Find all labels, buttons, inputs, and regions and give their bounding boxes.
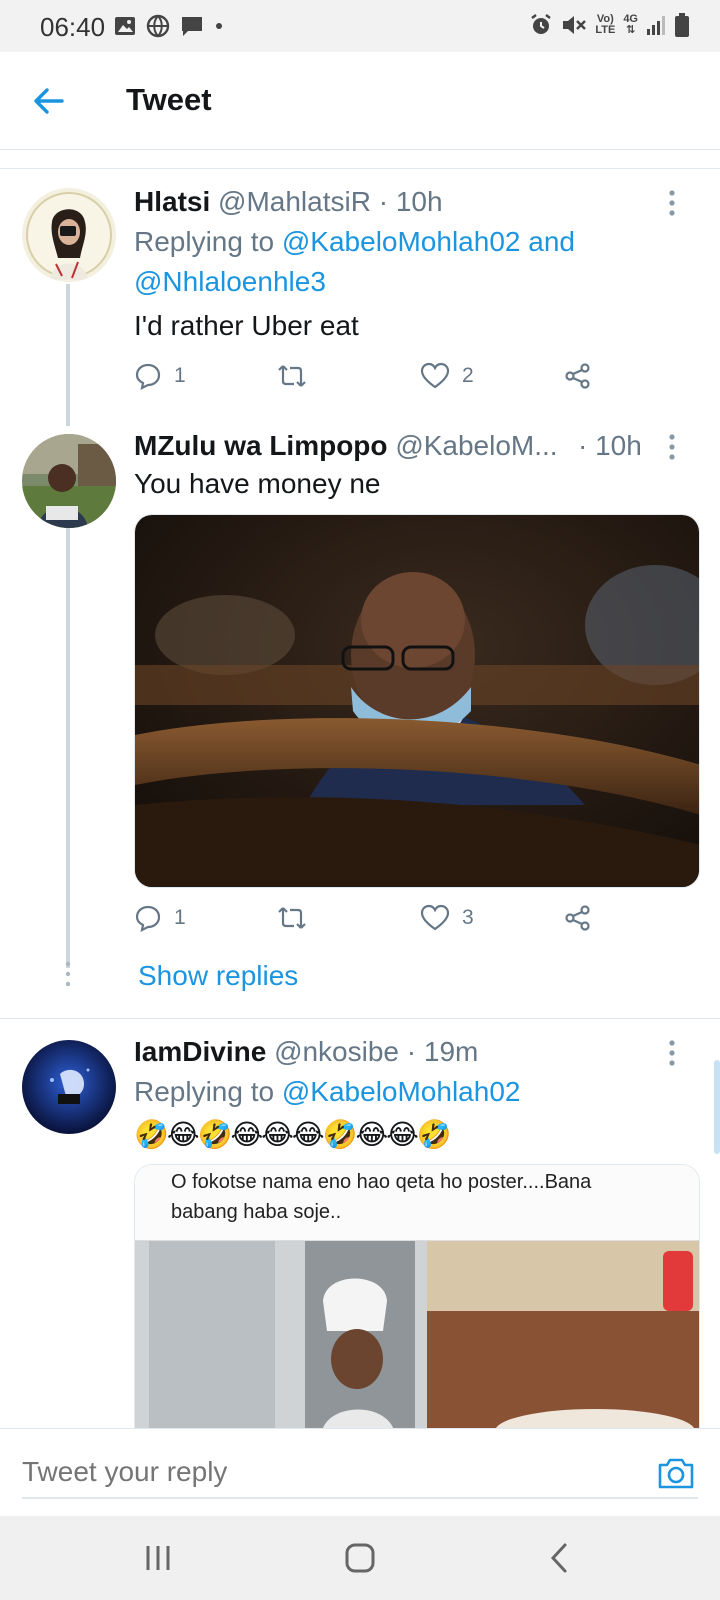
- replying-to: Replying to @KabeloMohlah02: [134, 1076, 521, 1107]
- camera-icon[interactable]: [656, 1453, 696, 1493]
- avatar[interactable]: [22, 188, 116, 282]
- tweet-actions: 1 3: [134, 904, 614, 940]
- share-button[interactable]: [564, 362, 592, 390]
- tweet-text: You have money ne: [134, 468, 381, 499]
- status-bar: 06:40 Vo) LTE 4G ⇅: [0, 0, 720, 52]
- heart-icon: [420, 362, 450, 389]
- tweet-header: IamDivine @nkosibe · 19m: [134, 1036, 478, 1068]
- tweet-iamdivine[interactable]: IamDivine @nkosibe · 19m Replying to @Ka…: [0, 1020, 720, 1434]
- share-icon: [565, 363, 590, 389]
- tweet-text: I'd rather Uber eat: [134, 310, 359, 341]
- retweet-icon: [278, 907, 306, 929]
- like-count: 2: [462, 364, 474, 387]
- handle[interactable]: @KabeloM...: [395, 430, 557, 461]
- timestamp: · 19m: [406, 1036, 479, 1067]
- reply-count: 1: [174, 364, 186, 387]
- divider: [0, 1018, 720, 1019]
- more-options-icon[interactable]: [662, 188, 682, 218]
- timestamp: · 10h: [578, 430, 642, 461]
- more-options-icon[interactable]: [662, 1038, 682, 1068]
- replying-to: Replying to @KabeloMohlah02 and: [134, 226, 575, 257]
- reply-icon: [135, 363, 161, 390]
- network-type-indicator: 4G ⇅: [623, 13, 638, 36]
- tweet-header: MZulu wa Limpopo @KabeloM...: [134, 430, 558, 462]
- tweet-actions: 1 2: [134, 362, 614, 398]
- battery-icon: [675, 13, 689, 37]
- reply-count: 1: [174, 906, 186, 929]
- handle[interactable]: @MahlatsiR: [218, 186, 371, 217]
- thread-line: [66, 528, 70, 968]
- scroll-indicator[interactable]: [714, 1060, 720, 1154]
- divider: [0, 168, 720, 169]
- like-button[interactable]: 2: [420, 362, 474, 390]
- like-button[interactable]: 3: [420, 904, 474, 932]
- share-button[interactable]: [564, 904, 592, 932]
- recent-apps-icon[interactable]: [136, 1536, 180, 1580]
- mention-link[interactable]: @KabeloMohlah02 and: [282, 226, 575, 257]
- more-notifications-dot-icon: [216, 23, 222, 29]
- reply-button[interactable]: 1: [134, 362, 186, 390]
- status-time: 06:40: [40, 12, 106, 42]
- show-replies-link[interactable]: Show replies: [138, 960, 298, 992]
- share-icon: [565, 905, 590, 931]
- display-name[interactable]: Hlatsi: [134, 186, 210, 217]
- reply-icon: [135, 905, 161, 932]
- mention-link[interactable]: @KabeloMohlah02: [282, 1076, 521, 1107]
- retweet-icon: [278, 365, 306, 387]
- photo-caption: babang haba soje..: [171, 1201, 342, 1223]
- retweet-button[interactable]: [276, 904, 308, 932]
- tweet-hlatsi[interactable]: Hlatsi @MahlatsiR · 10h Replying to @Kab…: [0, 170, 720, 426]
- photo-caption: O fokotse nama eno hao qeta ho poster...…: [171, 1171, 592, 1193]
- display-name[interactable]: MZulu wa Limpopo: [134, 430, 388, 461]
- app-header: Tweet: [0, 52, 720, 150]
- reply-input[interactable]: [22, 1447, 698, 1499]
- tweet-mzulu[interactable]: MZulu wa Limpopo @KabeloM... · 10h You h…: [0, 420, 720, 1020]
- avatar[interactable]: [22, 434, 116, 528]
- signal-icon: [647, 16, 665, 35]
- avatar[interactable]: [22, 1040, 116, 1134]
- display-name[interactable]: IamDivine: [134, 1036, 266, 1067]
- like-count: 3: [462, 906, 474, 929]
- message-notification-icon: [182, 17, 202, 36]
- heart-icon: [420, 904, 450, 931]
- thread-more-dots-icon: [65, 961, 71, 987]
- gallery-notification-icon: [115, 17, 135, 35]
- globe-notification-icon: [146, 14, 170, 38]
- handle[interactable]: @nkosibe: [274, 1036, 399, 1067]
- reply-composer: [0, 1428, 720, 1516]
- reply-button[interactable]: 1: [134, 904, 186, 932]
- tweet-photo[interactable]: [134, 514, 700, 888]
- back-arrow-icon[interactable]: [28, 80, 70, 122]
- thread-line: [66, 284, 70, 426]
- tweet-header: Hlatsi @MahlatsiR · 10h: [134, 186, 443, 218]
- volte-indicator: Vo) LTE: [595, 13, 616, 36]
- mention-link[interactable]: @Nhlaloenhle3: [134, 266, 326, 298]
- tweet-photo[interactable]: O fokotse nama eno hao qeta ho poster...…: [134, 1164, 700, 1434]
- timestamp: · 10h: [378, 186, 443, 217]
- mute-icon: [563, 16, 587, 34]
- back-icon[interactable]: [538, 1536, 582, 1580]
- home-icon[interactable]: [338, 1536, 382, 1580]
- more-options-icon[interactable]: [662, 432, 682, 462]
- page-title: Tweet: [126, 82, 212, 117]
- system-nav-bar: [0, 1516, 720, 1600]
- retweet-button[interactable]: [276, 362, 308, 390]
- alarm-icon: [531, 14, 552, 34]
- tweet-text: 🤣😂🤣😂😂😂🤣😂😂🤣: [134, 1119, 452, 1150]
